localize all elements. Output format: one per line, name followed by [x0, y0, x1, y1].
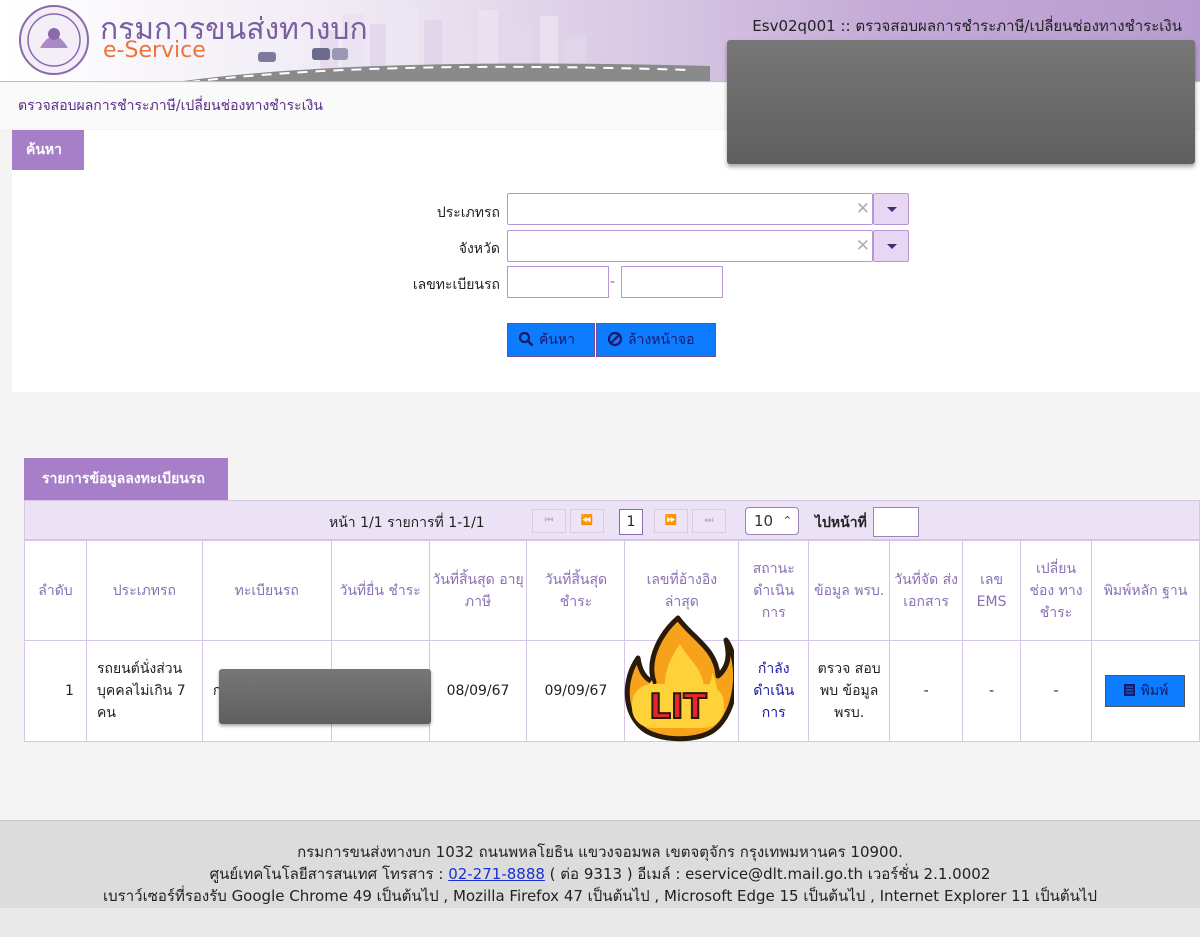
vehicle-type-label: ประเภทรถ	[436, 205, 500, 221]
dlt-seal-logo	[19, 5, 89, 75]
column-header: ลำดับ	[24, 540, 87, 641]
column-header: ประเภทรถ	[85, 540, 203, 641]
plate-prefix-input[interactable]	[507, 266, 609, 298]
vehicle-type-select[interactable]: ✕	[507, 193, 873, 225]
caret-down-icon	[887, 244, 897, 249]
column-header: พิมพ์หลัก ฐาน	[1090, 540, 1200, 641]
caret-down-icon	[887, 207, 897, 212]
footer-browser-support: เบราว์เซอร์ที่รองรับ Google Chrome 49 เป…	[103, 887, 1097, 905]
change-channel-cell: -	[1020, 640, 1092, 742]
footer: กรมการขนส่งทางบก 1032 ถนนพหลโยธิน แขวงจอ…	[0, 820, 1200, 908]
ems-no-cell: -	[962, 640, 1022, 742]
phone-link[interactable]: 02-271-8888	[448, 865, 545, 883]
search-tab-header: ค้นหา	[12, 130, 84, 170]
fire-lit-sticker-icon: LIT	[624, 615, 734, 742]
redaction-block	[727, 40, 1195, 164]
current-page-button[interactable]: 1	[619, 509, 643, 535]
payment-expiry-cell: 09/09/67	[526, 640, 626, 742]
plate-label: เลขทะเบียนรถ	[412, 277, 500, 293]
last-page-button[interactable]: ⏭	[692, 509, 726, 533]
table-header-row: ลำดับ ประเภทรถ ทะเบียนรถ วันที่ยื่น ชำระ…	[24, 540, 1200, 641]
goto-page-input[interactable]	[873, 507, 919, 537]
province-label: จังหวัด	[458, 241, 500, 257]
search-button-label: ค้นหา	[539, 332, 576, 348]
vehicle-type-cell: รถยนต์นั่งส่วนบุคคลไม่เกิน 7 คน	[85, 640, 203, 742]
table-row: 1 รถยนต์นั่งส่วนบุคคลไม่เกิน 7 คน ก 08/0…	[24, 640, 1200, 742]
plate-separator: -	[610, 274, 616, 290]
ban-icon	[607, 331, 623, 347]
stepper-icon: ⌃	[782, 514, 792, 527]
first-page-button[interactable]: ⏮	[532, 509, 566, 533]
search-button[interactable]: ค้นหา	[507, 323, 595, 357]
status-cell: กำลัง ดำเนิน การ	[738, 640, 810, 742]
column-header: วันที่สิ้นสุด อายุภาษี	[428, 540, 528, 641]
tax-expiry-cell: 08/09/67	[428, 640, 528, 742]
plate-number-input[interactable]	[621, 266, 723, 298]
page-size-value: 10	[754, 512, 774, 530]
column-header: เลข EMS	[962, 540, 1022, 641]
results-panel: รายการข้อมูลลงทะเบียนรถ หน้า 1/1 รายการท…	[24, 458, 1200, 743]
results-tab-header: รายการข้อมูลลงทะเบียนรถ	[24, 458, 228, 500]
province-select[interactable]: ✕	[507, 230, 873, 262]
footer-address: กรมการขนส่งทางบก 1032 ถนนพหลโยธิน แขวงจอ…	[297, 843, 903, 861]
reset-button-label: ล้างหน้าจอ	[628, 332, 695, 348]
vehicle-type-dropdown-button[interactable]	[873, 193, 909, 225]
row-number: 1	[24, 640, 87, 742]
column-header: ข้อมูล พรบ.	[808, 540, 891, 641]
column-header: เปลี่ยน ช่อง ทาง ชำระ	[1020, 540, 1092, 641]
redaction-block	[219, 669, 431, 724]
logo-title-eservice: e-Service	[103, 38, 206, 63]
next-page-button[interactable]: ⏩	[654, 509, 688, 533]
clear-icon[interactable]: ✕	[856, 199, 870, 219]
print-button[interactable]: พิมพ์	[1105, 675, 1186, 707]
print-cell: พิมพ์	[1090, 640, 1200, 742]
province-dropdown-button[interactable]	[873, 230, 909, 262]
column-header: วันที่จัด ส่ง เอกสาร	[889, 540, 964, 641]
results-table: ลำดับ ประเภทรถ ทะเบียนรถ วันที่ยื่น ชำระ…	[24, 540, 1200, 742]
document-icon	[1123, 684, 1135, 696]
goto-page-label: ไปหน้าที่	[815, 515, 867, 531]
breadcrumb: ตรวจสอบผลการชำระภาษี/เปลี่ยนช่องทางชำระเ…	[18, 98, 323, 114]
delivery-date-cell: -	[889, 640, 964, 742]
footer-bottom-strip	[0, 908, 1200, 937]
pagination-bar: หน้า 1/1 รายการที่ 1-1/1 ⏮ ⏪ 1 ⏩ ⏭ 10 ⌃ …	[24, 500, 1200, 540]
search-icon	[518, 331, 534, 347]
column-header: ทะเบียนรถ	[201, 540, 332, 641]
footer-contact-prefix: ศูนย์เทคโนโลยีสารสนเทศ โทรสาร :	[209, 865, 449, 883]
footer-contact: ศูนย์เทคโนโลยีสารสนเทศ โทรสาร : 02-271-8…	[0, 863, 1200, 885]
column-header: วันที่สิ้นสุด ชำระ	[526, 540, 626, 641]
page-size-select[interactable]: 10 ⌃	[745, 507, 799, 535]
insurance-info-cell: ตรวจ สอบพบ ข้อมูล พรบ.	[808, 640, 891, 742]
column-header: วันที่ยื่น ชำระ	[330, 540, 430, 641]
reset-button[interactable]: ล้างหน้าจอ	[596, 323, 716, 357]
column-header: สถานะ ดำเนิน การ	[738, 540, 810, 641]
print-button-label: พิมพ์	[1140, 683, 1169, 699]
clear-icon[interactable]: ✕	[856, 236, 870, 256]
screen-code-title: Esv02q001 :: ตรวจสอบผลการชำระภาษี/เปลี่ย…	[752, 17, 1182, 35]
footer-contact-suffix: ( ต่อ 9313 ) อีเมล์ : eservice@dlt.mail.…	[544, 865, 991, 883]
prev-page-button[interactable]: ⏪	[570, 509, 604, 533]
sticker-text: LIT	[649, 687, 707, 727]
search-panel: ค้นหา ประเภทรถ ✕ จังหวัด ✕ เลขทะเบียนรถ …	[12, 130, 1200, 392]
pagination-info: หน้า 1/1 รายการที่ 1-1/1	[329, 515, 485, 531]
